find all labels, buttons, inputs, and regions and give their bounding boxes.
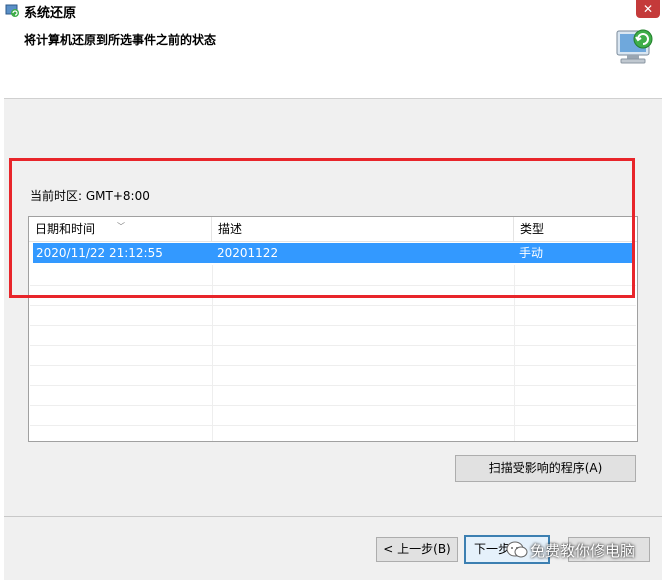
grid-line bbox=[30, 325, 636, 326]
grid-line bbox=[30, 385, 636, 386]
footer-separator bbox=[4, 516, 662, 517]
page-title: 将计算机还原到所选事件之前的状态 bbox=[24, 33, 217, 47]
grid-line bbox=[30, 405, 636, 406]
title-bar: 系统还原 ✕ bbox=[0, 0, 666, 21]
grid-line bbox=[30, 345, 636, 346]
highlight-annotation-box bbox=[9, 158, 635, 298]
wechat-watermark-icon bbox=[506, 541, 528, 558]
grid-line bbox=[30, 305, 636, 306]
window-border-left bbox=[0, 20, 4, 580]
scan-affected-programs-button[interactable]: 扫描受影响的程序(A) bbox=[455, 455, 636, 482]
next-button-label: 下一步 bbox=[474, 542, 511, 556]
window-border-right bbox=[662, 20, 666, 580]
system-restore-icon bbox=[616, 29, 653, 64]
close-icon: ✕ bbox=[642, 2, 654, 16]
system-restore-app-icon bbox=[5, 4, 19, 17]
close-button[interactable]: ✕ bbox=[636, 0, 660, 18]
grid-line bbox=[30, 425, 636, 426]
window-title: 系统还原 bbox=[24, 6, 77, 21]
back-button[interactable]: < 上一步(B) bbox=[376, 537, 458, 562]
header-panel: 将计算机还原到所选事件之前的状态 bbox=[4, 20, 662, 99]
watermark-text: 免费教你修电脑 bbox=[530, 542, 636, 560]
grid-line bbox=[30, 365, 636, 366]
